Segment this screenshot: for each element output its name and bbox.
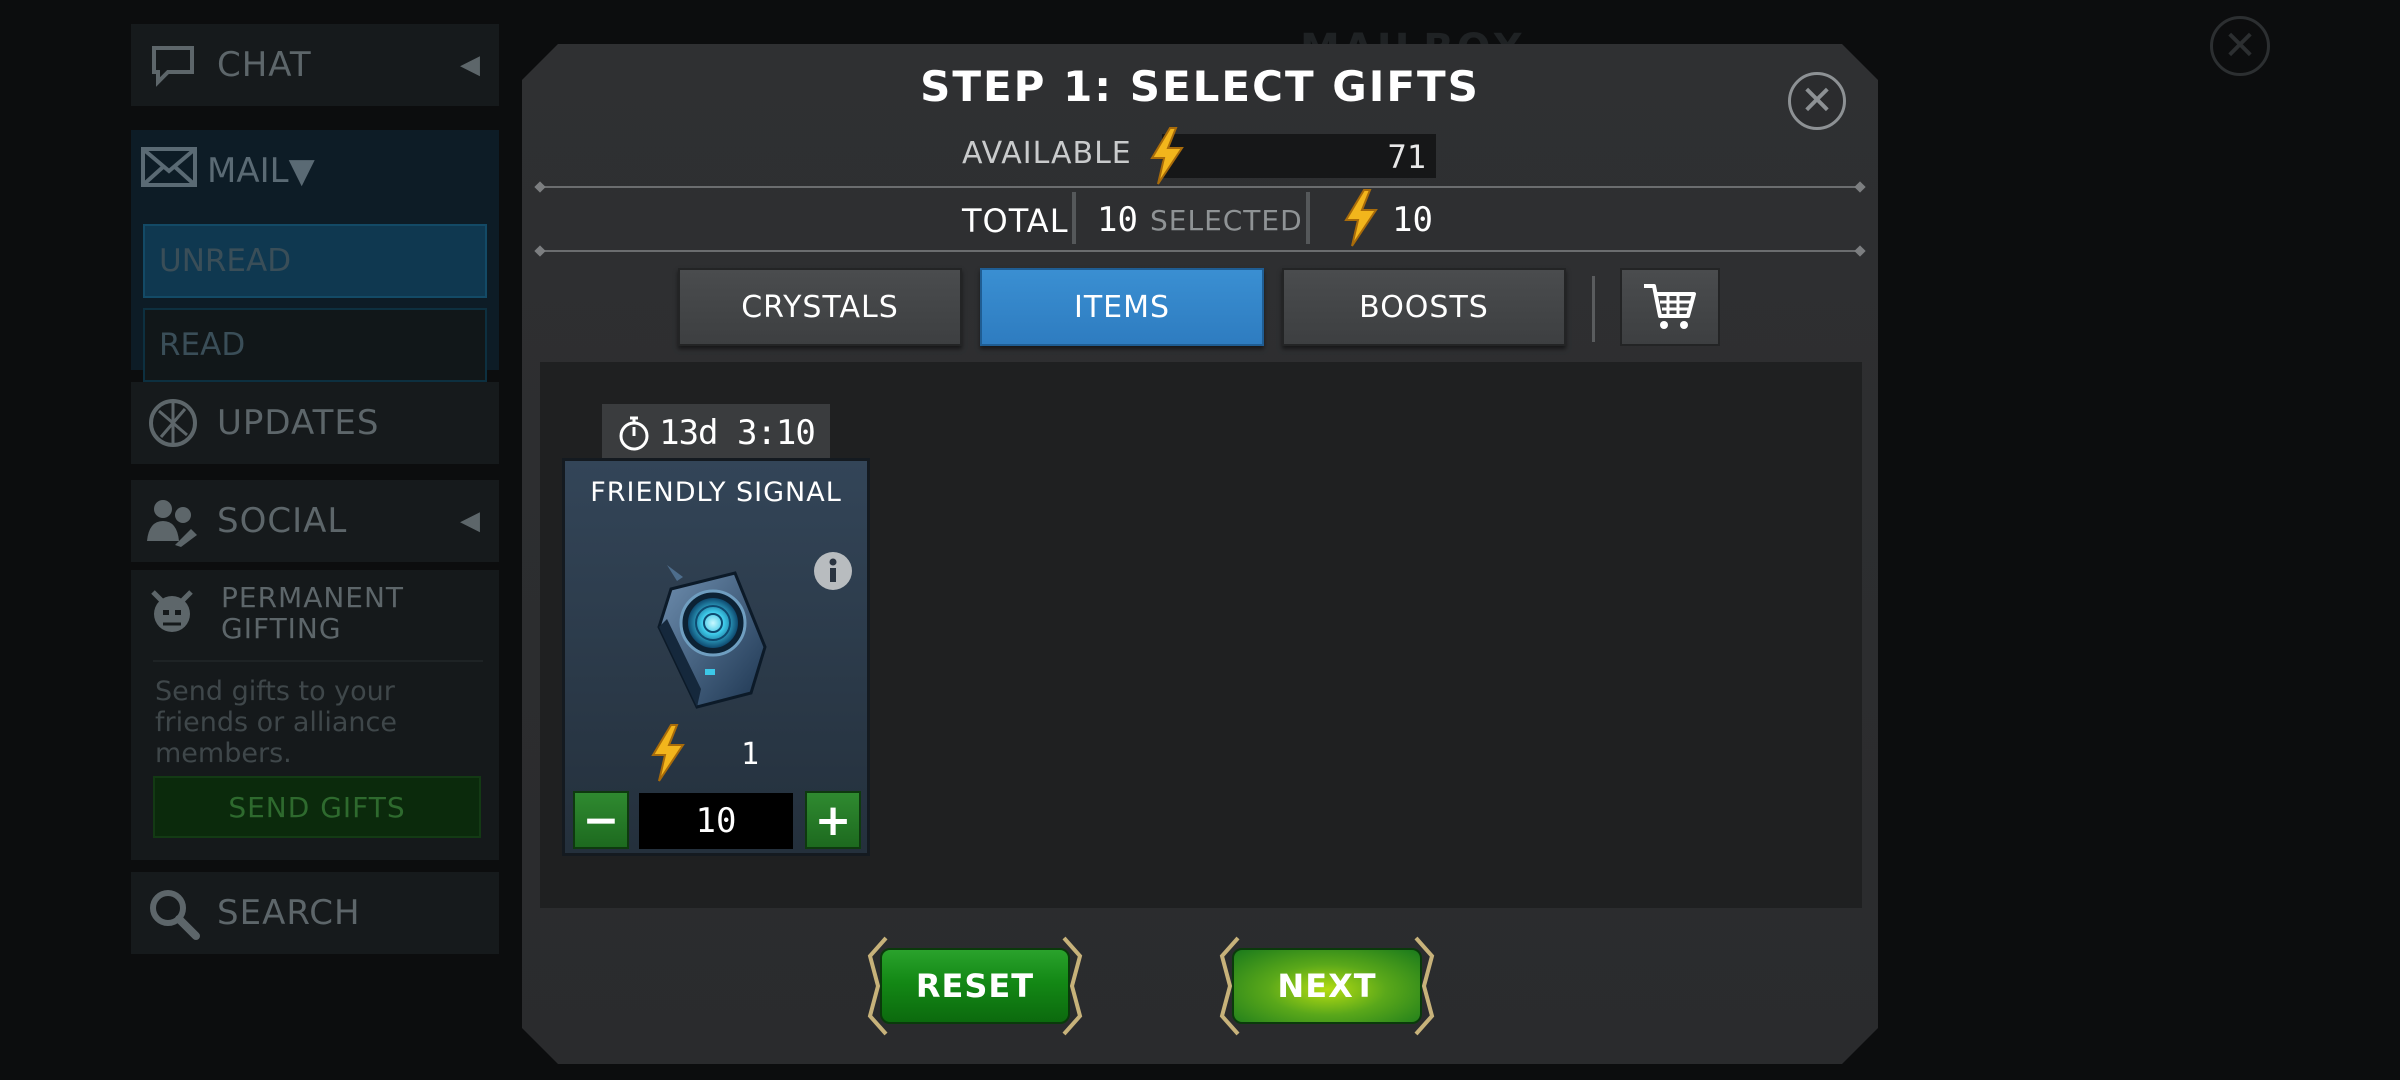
decrease-quantity-button[interactable]: − [573,791,629,849]
stopwatch-icon [617,414,651,452]
store-button[interactable] [1620,268,1720,346]
button-frame-right [1414,936,1436,1036]
item-card[interactable]: FRIENDLY SIGNAL 1 − 10 + [562,458,870,856]
next-button[interactable]: NEXT [1222,936,1432,1036]
energy-bolt-icon [647,723,687,783]
sidebar-item-label: UPDATES [217,403,380,443]
divider [540,250,1860,252]
select-gifts-modal: STEP 1: SELECT GIFTS ✕ AVAILABLE 71 TOTA… [522,44,1878,1064]
selected-label: SELECTED [1150,204,1303,237]
tab-crystals[interactable]: CRYSTALS [678,268,962,346]
next-label: NEXT [1277,967,1377,1005]
mailbox-close-icon[interactable]: ✕ [2210,16,2270,76]
gifting-icon [143,584,201,646]
sidebar-item-chat[interactable]: CHAT ◀ [131,24,499,106]
mail-icon [141,146,197,196]
cart-icon [1642,282,1698,332]
divider [153,660,483,662]
sidebar-item-unread[interactable]: UNREAD [143,224,487,298]
search-icon [143,883,203,943]
energy-bolt-icon [1340,188,1380,248]
chat-icon [143,35,203,95]
available-bar: 71 [1162,134,1436,178]
total-row: TOTAL 10 SELECTED 10 [522,188,1878,246]
sidebar-item-label: SOCIAL [217,501,348,541]
reset-label: RESET [915,967,1035,1005]
gifting-description: Send gifts to your friends or alliance m… [155,676,397,769]
sidebar-item-mail[interactable]: MAIL ▼ [131,140,499,202]
sidebar-item-label: MAIL [207,151,289,191]
separator [1592,276,1595,342]
energy-bolt-icon [1146,126,1186,186]
send-gifts-button[interactable]: SEND GIFTS [153,776,481,838]
available-value: 71 [1387,138,1426,176]
collapse-arrow-icon: ◀ [460,506,481,536]
friendly-signal-item [637,561,787,711]
sidebar-item-read[interactable]: READ [143,308,487,382]
mail-section: MAIL ▼ UNREAD READ [131,130,499,382]
sidebar-item-label: CHAT [217,45,312,85]
separator [1306,192,1310,244]
items-grid: 13d 3:10 FRIENDLY SIGNAL 1 − 10 + [540,362,1862,908]
available-row: AVAILABLE 71 [522,126,1878,178]
sidebar-item-search[interactable]: SEARCH [131,872,499,954]
sidebar-item-updates[interactable]: UPDATES [131,382,499,464]
permanent-gifting-label: PERMANENT GIFTING [221,581,405,645]
timer-text: 13d 3:10 [659,413,815,453]
separator [1072,192,1076,244]
total-label: TOTAL [962,202,1069,240]
button-frame-right [1062,936,1084,1036]
updates-icon [143,393,203,453]
button-frame-left [1218,936,1240,1036]
item-timer: 13d 3:10 [602,404,830,462]
close-icon[interactable]: ✕ [1788,72,1846,130]
selected-cost: 10 [1392,200,1433,240]
button-frame-left [866,936,888,1036]
sidebar-item-label: SEARCH [217,893,361,933]
reset-button[interactable]: RESET [870,936,1080,1036]
available-label: AVAILABLE [962,136,1132,171]
tab-items[interactable]: ITEMS [980,268,1264,346]
social-icon [143,491,203,551]
permanent-gifting-section: PERMANENT GIFTING Send gifts to your fri… [131,570,499,860]
info-icon[interactable] [813,551,853,591]
selected-count: 10 [1097,200,1138,240]
sidebar-item-social[interactable]: SOCIAL ◀ [131,480,499,562]
increase-quantity-button[interactable]: + [805,791,861,849]
item-name: FRIENDLY SIGNAL [590,477,842,508]
item-cost: 1 [741,737,760,772]
quantity-input[interactable] [639,793,793,849]
collapse-arrow-icon: ◀ [460,50,481,80]
expand-arrow-icon: ▼ [288,151,315,191]
modal-title: STEP 1: SELECT GIFTS [920,62,1480,111]
tab-boosts[interactable]: BOOSTS [1282,268,1566,346]
